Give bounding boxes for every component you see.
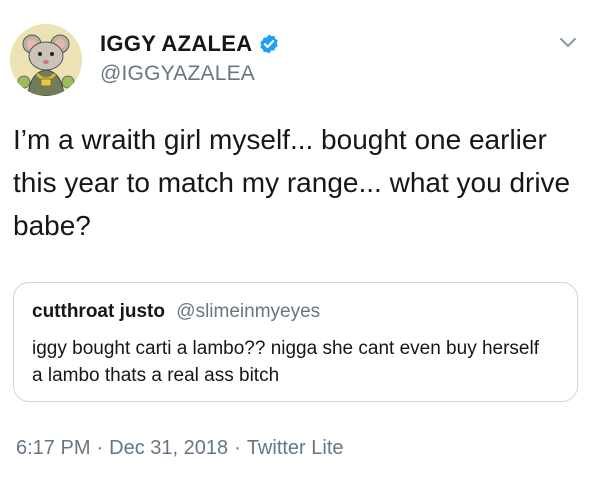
verified-badge-icon	[258, 33, 280, 55]
tweet-time[interactable]: 6:17 PM	[16, 437, 90, 459]
tweet-source[interactable]: Twitter Lite	[247, 437, 344, 459]
avatar[interactable]	[10, 24, 82, 96]
quoted-display-name: cutthroat justo	[32, 301, 165, 322]
tweet-meta: 6:17 PM · Dec 31, 2018 · Twitter Lite	[16, 437, 344, 460]
quoted-tweet-header: cutthroat justo @slimeinmyeyes	[32, 301, 320, 323]
author-handle[interactable]: @IGGYAZALEA	[100, 62, 255, 86]
cartoon-rat-avatar-icon	[10, 24, 82, 96]
tweet-text: I’m a wraith girl myself... bought one e…	[13, 124, 571, 241]
quoted-tweet[interactable]: cutthroat justo @slimeinmyeyes iggy boug…	[13, 282, 578, 402]
tweet-date[interactable]: Dec 31, 2018	[109, 437, 228, 459]
meta-separator: ·	[96, 437, 104, 459]
meta-separator: ·	[234, 437, 241, 459]
tweet-card: IGGY AZALEA @IGGYAZALEA I’m a wraith gir…	[0, 0, 595, 487]
chevron-down-icon[interactable]	[559, 36, 577, 48]
author-name-row[interactable]: IGGY AZALEA	[100, 31, 280, 57]
quoted-tweet-text: iggy bought carti a lambo?? nigga she ca…	[32, 338, 539, 386]
author-display-name[interactable]: IGGY AZALEA	[100, 31, 252, 57]
quoted-handle: @slimeinmyeyes	[176, 301, 321, 322]
